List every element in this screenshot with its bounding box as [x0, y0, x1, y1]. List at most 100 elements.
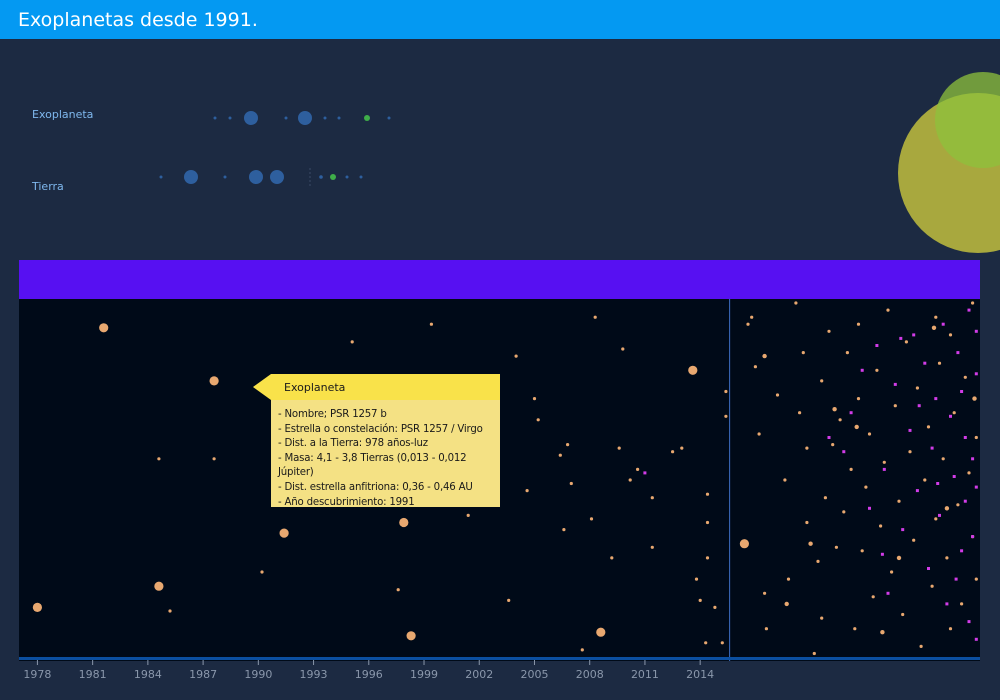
- candidate-point[interactable]: [882, 467, 886, 471]
- planet-point[interactable]: [919, 644, 923, 648]
- planet-point[interactable]: [931, 325, 937, 330]
- planet-point[interactable]: [705, 520, 710, 525]
- planet-point[interactable]: [99, 323, 109, 333]
- planet-point[interactable]: [596, 627, 606, 637]
- planet-point[interactable]: [704, 641, 708, 645]
- planet-point[interactable]: [621, 347, 625, 351]
- planet-point[interactable]: [834, 545, 839, 549]
- planet-point[interactable]: [536, 418, 540, 422]
- planet-point[interactable]: [532, 397, 537, 401]
- candidate-point[interactable]: [923, 361, 927, 365]
- planet-point[interactable]: [915, 386, 920, 390]
- candidate-point[interactable]: [938, 513, 941, 517]
- candidate-point[interactable]: [971, 535, 975, 539]
- planet-point[interactable]: [880, 630, 885, 635]
- planet-point[interactable]: [971, 301, 975, 305]
- planet-point[interactable]: [930, 584, 934, 588]
- planet-point[interactable]: [849, 467, 853, 471]
- planet-point[interactable]: [507, 598, 511, 602]
- planet-point[interactable]: [466, 513, 470, 517]
- planet-point[interactable]: [209, 376, 219, 386]
- planet-point[interactable]: [784, 601, 789, 607]
- candidate-point[interactable]: [827, 436, 831, 439]
- planet-point[interactable]: [934, 315, 938, 319]
- planet-point[interactable]: [775, 393, 780, 397]
- planet-point[interactable]: [786, 577, 791, 581]
- candidate-point[interactable]: [952, 475, 956, 478]
- planet-point[interactable]: [406, 631, 416, 641]
- planet-point[interactable]: [764, 627, 769, 631]
- planet-point[interactable]: [864, 485, 868, 489]
- planet-point[interactable]: [798, 411, 802, 415]
- planet-point[interactable]: [853, 627, 857, 631]
- planet-point[interactable]: [558, 453, 562, 457]
- planet-point[interactable]: [896, 555, 902, 561]
- planet-point[interactable]: [882, 460, 886, 464]
- planet-point[interactable]: [580, 648, 584, 652]
- candidate-point[interactable]: [941, 322, 945, 326]
- planet-point[interactable]: [671, 450, 675, 454]
- candidate-point[interactable]: [842, 450, 846, 454]
- planet-point[interactable]: [856, 397, 861, 401]
- candidate-point[interactable]: [974, 485, 978, 489]
- planet-point[interactable]: [944, 506, 950, 511]
- planet-point[interactable]: [32, 602, 42, 612]
- planet-point[interactable]: [912, 538, 916, 542]
- candidate-point[interactable]: [880, 552, 884, 556]
- planet-point[interactable]: [845, 351, 850, 355]
- planet-point[interactable]: [724, 389, 728, 394]
- planet-point[interactable]: [636, 467, 640, 471]
- planet-point[interactable]: [698, 598, 702, 602]
- planet-point[interactable]: [948, 333, 953, 337]
- planet-point[interactable]: [260, 570, 264, 574]
- candidate-point[interactable]: [893, 382, 897, 386]
- planet-point[interactable]: [960, 602, 964, 606]
- candidate-point[interactable]: [875, 344, 879, 347]
- candidate-point[interactable]: [936, 482, 940, 485]
- planet-point[interactable]: [724, 414, 728, 418]
- planet-point[interactable]: [569, 481, 573, 486]
- candidate-point[interactable]: [967, 308, 971, 312]
- candidate-point[interactable]: [927, 567, 930, 570]
- planet-point[interactable]: [886, 308, 890, 312]
- planet-point[interactable]: [783, 478, 787, 482]
- planet-point[interactable]: [816, 559, 820, 563]
- planet-point[interactable]: [429, 322, 433, 326]
- planet-point[interactable]: [157, 457, 161, 461]
- candidate-point[interactable]: [949, 414, 952, 418]
- candidate-point[interactable]: [956, 351, 960, 355]
- planet-point[interactable]: [694, 577, 699, 581]
- planet-point[interactable]: [956, 503, 960, 507]
- planet-point[interactable]: [854, 424, 859, 430]
- planet-point[interactable]: [974, 435, 978, 440]
- planet-point[interactable]: [908, 450, 912, 454]
- planet-point[interactable]: [967, 471, 971, 475]
- planet-point[interactable]: [705, 556, 710, 560]
- planet-point[interactable]: [856, 322, 861, 326]
- planet-point[interactable]: [705, 492, 710, 496]
- planet-point[interactable]: [941, 457, 945, 461]
- planet-point[interactable]: [593, 315, 597, 319]
- planet-point[interactable]: [279, 528, 289, 538]
- candidate-point[interactable]: [967, 620, 971, 624]
- planet-point[interactable]: [820, 379, 824, 383]
- candidate-point[interactable]: [945, 602, 949, 606]
- candidate-point[interactable]: [912, 333, 916, 337]
- planet-point[interactable]: [805, 520, 809, 525]
- candidate-point[interactable]: [849, 411, 853, 415]
- planet-point[interactable]: [934, 517, 938, 521]
- planet-point[interactable]: [897, 499, 901, 503]
- planet-point[interactable]: [762, 353, 767, 359]
- candidate-point[interactable]: [974, 372, 978, 376]
- planet-point[interactable]: [901, 612, 905, 617]
- planet-point[interactable]: [688, 365, 698, 375]
- candidate-point[interactable]: [899, 336, 903, 340]
- planet-point[interactable]: [867, 432, 872, 436]
- planet-point[interactable]: [832, 407, 837, 412]
- planet-point[interactable]: [739, 539, 750, 549]
- planet-point[interactable]: [842, 510, 846, 514]
- candidate-point[interactable]: [915, 489, 919, 493]
- planet-point[interactable]: [720, 641, 724, 645]
- planet-point[interactable]: [937, 361, 942, 365]
- planet-point[interactable]: [801, 351, 805, 355]
